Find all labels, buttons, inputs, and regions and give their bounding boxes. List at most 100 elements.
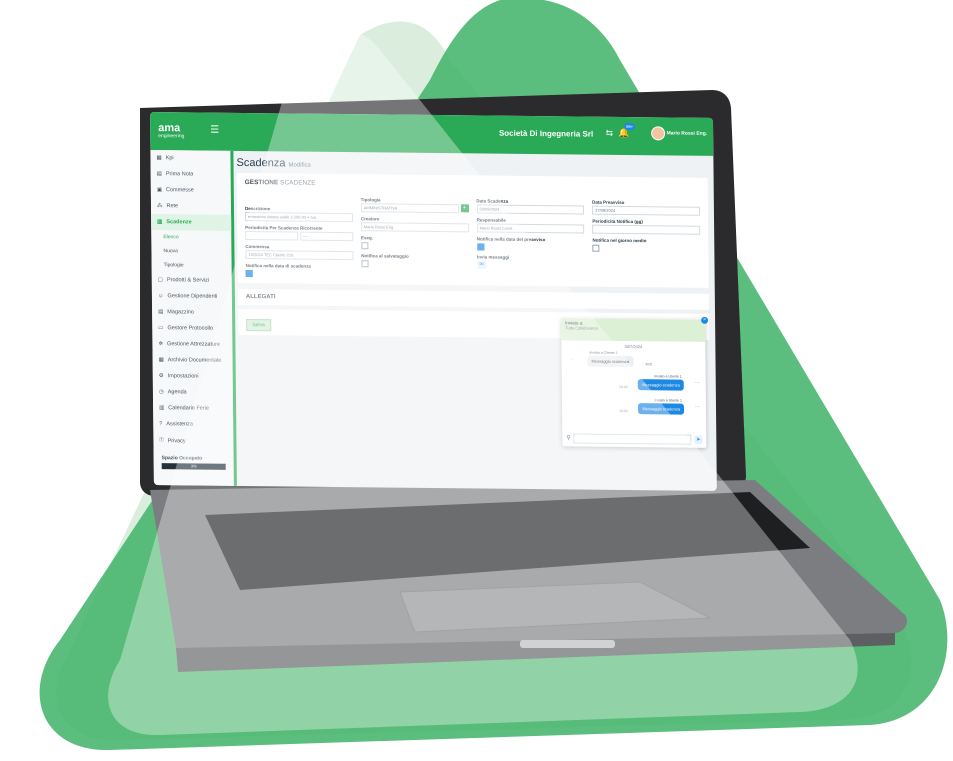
- more-icon[interactable]: ···: [695, 380, 700, 386]
- box-icon: ▢: [157, 277, 163, 284]
- form-section-title: GESTIONE SCADENZE: [245, 179, 700, 191]
- tipologia-row: AMMINISTRATIVA +: [360, 202, 469, 214]
- more-icon[interactable]: ···: [695, 404, 700, 410]
- notifica-giorno-checkbox[interactable]: [592, 244, 600, 252]
- sidebar: ▦ Kpi ▤ Prima Nota ▣ Commesse ⁂ Rete ▥ Scaden…: [150, 150, 237, 486]
- help-icon: ?: [159, 421, 163, 428]
- creatore-field[interactable]: Mario Rossi Eng.: [360, 222, 469, 233]
- form-grid: Descrizione emissione fattura saldo 3.20…: [245, 192, 701, 282]
- more-icon[interactable]: ···: [569, 356, 574, 362]
- sidebar-item-label: Impostazioni: [167, 373, 199, 380]
- sidebar-item-prima-nota[interactable]: ▤ Prima Nota: [151, 166, 231, 183]
- eseguita-checkbox[interactable]: [361, 242, 369, 250]
- sidebar-item-label: Assistenza: [166, 421, 193, 428]
- sidebar-item-label: Prodotti & Servizi: [166, 277, 210, 284]
- sidebar-item-label: Gestione Attrezzature: [167, 341, 220, 348]
- message-bubble: Messaggio scadenza: [638, 379, 684, 391]
- send-message-button[interactable]: ✉: [477, 261, 487, 269]
- sidebar-item-commesse[interactable]: ▣ Commesse: [151, 182, 231, 199]
- message-bubble: Messaggio scadenza: [587, 355, 634, 368]
- avatar[interactable]: [651, 126, 666, 141]
- notifica-salvataggio-label: Notifica al salvataggio: [361, 253, 409, 259]
- company-name: Società Di Ingegneria Srl: [498, 128, 594, 139]
- sidebar-item-label: Archivio Documentale: [167, 357, 222, 364]
- sidebar-sub-tipologie[interactable]: Tipologie: [152, 258, 232, 273]
- sidebar-item-rete[interactable]: ⁂ Rete: [151, 198, 231, 215]
- descrizione-field[interactable]: emissione fattura saldo 3.200,00 + Iva: [245, 212, 353, 223]
- sidebar-item-label: Kpi: [165, 155, 174, 162]
- message-time: 9:02: [645, 362, 653, 367]
- lock-icon: ⚿: [159, 437, 164, 444]
- message-sender: Inviato a Cliente 1: [589, 350, 618, 355]
- commessa-field[interactable]: 15/2024 TEC Cliente 216: [245, 250, 354, 261]
- message-bubble: Messaggio scadenza: [638, 403, 685, 415]
- periodicita-input[interactable]: [245, 231, 299, 241]
- sidebar-item-ferie[interactable]: ▥ Calendario Ferie: [153, 400, 233, 417]
- sidebar-item-agenda[interactable]: ◷ Agenda: [153, 384, 233, 401]
- chat-footer: ⚲ ➤: [566, 432, 703, 445]
- sidebar-item-kpi[interactable]: ▦ Kpi: [150, 150, 230, 167]
- sidebar-item-archivio[interactable]: ▦ Archivio Documentale: [153, 352, 233, 369]
- space-used-label: Spazio Occupato: [161, 455, 203, 462]
- user-name[interactable]: Mario Rossi Eng.: [667, 130, 708, 136]
- data-scadenza-field[interactable]: 30/09/2024: [476, 204, 585, 215]
- sidebar-item-label: Magazzino: [167, 309, 194, 316]
- message-time: 10:02: [619, 408, 629, 414]
- save-button[interactable]: Salva: [246, 319, 271, 332]
- sidebar-item-dipendenti[interactable]: ☺ Gestione Dipendenti: [152, 288, 232, 305]
- chat-message: Inviato a Utente 1 Messaggio scadenza 10…: [562, 372, 706, 398]
- message-sender: Inviato a Utente 1: [654, 374, 682, 379]
- app-logo[interactable]: ama engineering: [158, 122, 184, 139]
- scadenza-form: GESTIONE SCADENZE Descrizione emissione …: [236, 172, 709, 288]
- notifica-salvataggio-checkbox[interactable]: [361, 260, 369, 268]
- sidebar-item-attrezzature[interactable]: ✲ Gestione Attrezzature: [152, 336, 232, 353]
- chat-subtitle: Tutte Collaboratori: [565, 325, 598, 331]
- page-title: Scadenza Modifica: [236, 157, 707, 174]
- gear-icon: ⚙: [158, 373, 164, 380]
- notification-badge: 99+: [624, 122, 636, 131]
- chat-panel: × Inviato a: Tutte Collaboratori 30/7/20…: [561, 316, 709, 448]
- sidebar-item-label: Prima Nota: [165, 171, 194, 178]
- message-time: 10:02: [619, 384, 628, 390]
- sidebar-item-magazzino[interactable]: ▤ Magazzino: [152, 304, 232, 321]
- sidebar-sub-nuova[interactable]: Nuova: [151, 244, 231, 259]
- tipologia-select[interactable]: AMMINISTRATIVA: [360, 203, 459, 214]
- chat-input[interactable]: [573, 432, 692, 445]
- agenda-icon: ◷: [158, 389, 164, 396]
- notifica-scadenza-label: Notifica nella data di scadenza: [245, 263, 311, 269]
- notifica-preavviso-checkbox[interactable]: [476, 243, 484, 251]
- file-icon: ▭: [158, 325, 164, 332]
- sidebar-item-scadenze[interactable]: ▥ Scadenze: [151, 214, 232, 231]
- calendar-icon: ▥: [157, 219, 163, 226]
- top-bar: ama engineering ☰ Società Di Ingegneria …: [150, 112, 714, 156]
- notifica-scadenza-checkbox[interactable]: [245, 270, 253, 278]
- add-tipologia-button[interactable]: +: [460, 204, 469, 213]
- sidebar-item-assistenza[interactable]: ? Assistenza: [153, 416, 233, 433]
- invia-messaggi-label: Invia messaggi: [476, 254, 510, 260]
- sidebar-sub-elenco[interactable]: Elenco: [151, 230, 231, 245]
- note-icon: ▤: [156, 171, 162, 178]
- data-preavviso-field[interactable]: 27/09/2024: [592, 205, 700, 216]
- app-window: ama engineering ☰ Società Di Ingegneria …: [150, 112, 717, 491]
- close-icon[interactable]: ×: [701, 316, 709, 324]
- sidebar-item-impostazioni[interactable]: ⚙ Impostazioni: [153, 368, 233, 385]
- attach-icon[interactable]: ⚲: [566, 434, 570, 441]
- swap-icon[interactable]: ⇆: [606, 128, 614, 139]
- periodicita-notifica-field[interactable]: [592, 224, 701, 235]
- periodicita-select[interactable]: ---: [300, 231, 354, 242]
- chat-message: Inviato a Utente 1 Messaggio scadenza 10…: [562, 396, 706, 422]
- page-title-sub: Modifica: [288, 162, 311, 169]
- people-icon: ☺: [157, 293, 164, 300]
- hamburger-icon[interactable]: ☰: [210, 125, 219, 136]
- form-col-4: Data Preavviso 27/09/2024 Periodicità No…: [592, 196, 701, 282]
- allegati-section[interactable]: ALLEGATI: [237, 288, 709, 310]
- sidebar-item-prodotti[interactable]: ▢ Prodotti & Servizi: [152, 272, 232, 289]
- form-col-3: Data Scadenza 30/09/2024 Responsabile Ma…: [476, 194, 585, 280]
- chat-header: Inviato a: Tutte Collaboratori: [561, 318, 706, 342]
- responsabile-select[interactable]: Mario Rossi Const: [476, 223, 585, 234]
- sidebar-item-protocollo[interactable]: ▭ Gestore Protocollo: [152, 320, 232, 337]
- chat-message: ··· Inviato a Cliente 1 Messaggio scaden…: [561, 348, 705, 374]
- sidebar-item-privacy[interactable]: ⚿ Privacy: [153, 432, 233, 450]
- send-icon[interactable]: ➤: [694, 435, 703, 444]
- section-title-sub: SCADENZE: [280, 179, 316, 187]
